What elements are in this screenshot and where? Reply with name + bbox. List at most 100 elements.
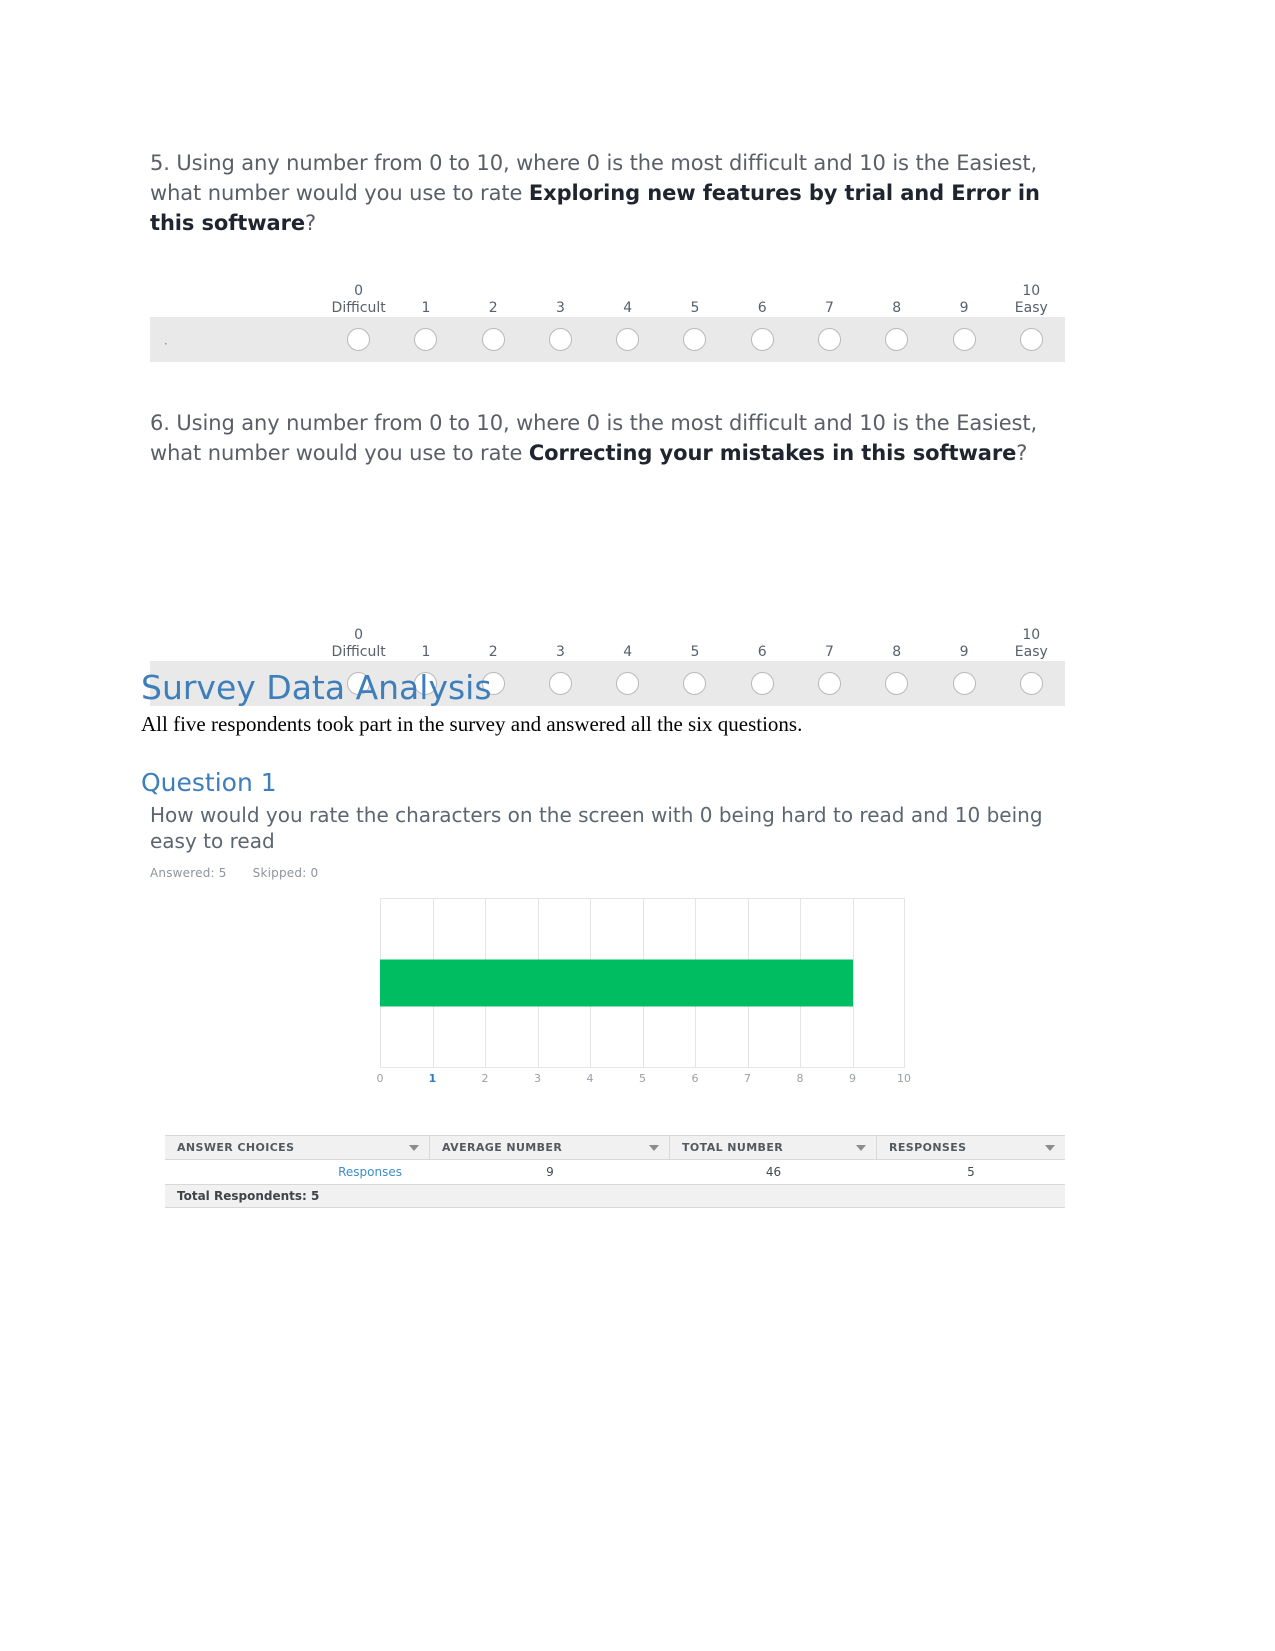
radio-option-7[interactable] (817, 328, 841, 351)
scale-label-0: 0 Difficult (325, 283, 392, 317)
scale-label-0-text: Difficult (331, 300, 386, 316)
radio-cell-4[interactable] (594, 328, 661, 351)
scale-label-10-text: Easy (1014, 300, 1048, 316)
column-header-answer-choices[interactable]: ANSWER CHOICES (165, 1136, 430, 1159)
survey-question-6: 6. Using any number from 0 to 10, where … (150, 408, 1065, 468)
rating-scale-6-labels: 0 Difficult 1 2 3 4 5 6 7 8 9 10 Easy (150, 615, 1065, 661)
radio-cell-3[interactable] (527, 328, 594, 351)
question-1-subheading: Question 1 (141, 768, 277, 797)
table-footer-total-respondents: Total Respondents: 5 (165, 1184, 1065, 1208)
rating-scale-5[interactable]: 0 Difficult 1 2 3 4 5 6 7 8 9 10 Easy . (150, 271, 1065, 362)
xtick-4: 4 (586, 1072, 594, 1085)
radio-cell-6[interactable] (729, 328, 796, 351)
xtick-7: 7 (744, 1072, 751, 1085)
question-6-suffix: ? (1016, 441, 1028, 465)
cell-answer-choice[interactable]: Responses (165, 1165, 430, 1179)
cell-responses: 5 (967, 1165, 975, 1179)
xtick-5: 5 (639, 1072, 646, 1085)
scale6-label-0-value: 0 (354, 627, 364, 643)
row-bullet: . (164, 332, 168, 347)
radio6-cell-8[interactable] (863, 672, 930, 695)
radio-cell-9[interactable] (930, 328, 997, 351)
radio-option-8[interactable] (885, 328, 909, 351)
radio6-cell-5[interactable] (661, 672, 728, 695)
rating-scale-5-row[interactable]: . (150, 317, 1065, 362)
xtick-6: 6 (691, 1072, 699, 1085)
scale6-label-1: 1 (421, 644, 431, 660)
scale-label-0-value: 0 (354, 283, 364, 299)
chart-x-axis: 0 1 2 3 4 5 6 7 8 9 10 (377, 1072, 912, 1094)
scale6-label-2: 2 (488, 644, 498, 660)
xtick-3: 3 (534, 1072, 541, 1085)
radio6-cell-3[interactable] (527, 672, 594, 695)
scale6-label-4: 4 (623, 644, 633, 660)
chevron-down-icon[interactable] (1045, 1144, 1055, 1151)
radio-cell-8[interactable] (863, 328, 930, 351)
gridline-10 (904, 899, 905, 1067)
radio-cell-2[interactable] (460, 328, 527, 351)
column-header-average-number-label: AVERAGE NUMBER (442, 1141, 563, 1154)
radio6-cell-6[interactable] (729, 672, 796, 695)
radio-option-6[interactable] (750, 328, 774, 351)
chevron-down-icon[interactable] (409, 1144, 419, 1151)
scale6-label-10: 10 Easy (998, 627, 1065, 661)
radio6-option-4[interactable] (616, 672, 640, 695)
radio6-cell-10[interactable] (998, 672, 1065, 695)
column-header-responses[interactable]: RESPONSES (877, 1136, 1065, 1159)
radio-option-2[interactable] (481, 328, 505, 351)
scale-label-2: 2 (488, 300, 498, 316)
report-question-text: How would you rate the characters on the… (150, 803, 1043, 853)
gridline-9 (852, 899, 854, 1067)
column-header-total-number[interactable]: TOTAL NUMBER (670, 1136, 877, 1159)
scale-label-5: 5 (690, 300, 700, 316)
scale-label-10-value: 10 (1022, 283, 1041, 299)
radio6-option-9[interactable] (952, 672, 976, 695)
bar-responses (380, 959, 853, 1007)
radio-cell-10[interactable] (998, 328, 1065, 351)
radio-cell-5[interactable] (661, 328, 728, 351)
responses-data-table: ANSWER CHOICES AVERAGE NUMBER TOTAL NUMB… (165, 1135, 1065, 1208)
section-intro-text: All five respondents took part in the su… (141, 712, 803, 736)
chevron-down-icon[interactable] (649, 1144, 659, 1151)
column-header-total-number-label: TOTAL NUMBER (682, 1141, 784, 1154)
radio6-option-7[interactable] (817, 672, 841, 695)
radio-option-9[interactable] (952, 328, 976, 351)
scale6-label-6: 6 (757, 644, 767, 660)
scale6-label-5: 5 (690, 644, 700, 660)
radio6-option-6[interactable] (750, 672, 774, 695)
scale-label-1: 1 (421, 300, 431, 316)
xtick-9: 9 (849, 1072, 856, 1085)
rating-scale-5-labels: 0 Difficult 1 2 3 4 5 6 7 8 9 10 Easy (150, 271, 1065, 317)
scale6-label-7: 7 (825, 644, 834, 660)
radio6-option-5[interactable] (683, 672, 707, 695)
cell-average-number: 9 (546, 1165, 554, 1179)
scale-label-3: 3 (555, 300, 565, 316)
radio-cell-0[interactable] (325, 328, 392, 351)
radio6-option-10[interactable] (1019, 672, 1043, 695)
xtick-8: 8 (796, 1072, 804, 1085)
scale-label-9: 9 (959, 300, 969, 316)
radio-option-0[interactable] (347, 328, 371, 351)
scale6-label-10-value: 10 (1022, 627, 1041, 643)
radio6-option-3[interactable] (548, 672, 572, 695)
scale-label-6: 6 (757, 300, 767, 316)
question-6-bold: Correcting your mistakes in this softwar… (528, 441, 1017, 465)
answered-count: Answered: 5 (150, 866, 227, 880)
radio-option-4[interactable] (616, 328, 640, 351)
radio-option-3[interactable] (548, 328, 572, 351)
radio-cell-1[interactable] (392, 328, 459, 351)
scale6-label-0: 0 Difficult (325, 627, 392, 661)
radio6-cell-9[interactable] (930, 672, 997, 695)
chevron-down-icon[interactable] (856, 1144, 866, 1151)
scale-label-4: 4 (623, 300, 633, 316)
radio6-cell-4[interactable] (594, 672, 661, 695)
column-header-average-number[interactable]: AVERAGE NUMBER (430, 1136, 670, 1159)
radio-cell-7[interactable] (796, 328, 863, 351)
radio6-option-8[interactable] (885, 672, 909, 695)
radio6-cell-7[interactable] (796, 672, 863, 695)
xtick-1: 1 (428, 1072, 437, 1085)
radio-option-1[interactable] (414, 328, 438, 351)
radio-option-5[interactable] (683, 328, 707, 351)
scale-label-7: 7 (825, 300, 834, 316)
radio-option-10[interactable] (1019, 328, 1043, 351)
